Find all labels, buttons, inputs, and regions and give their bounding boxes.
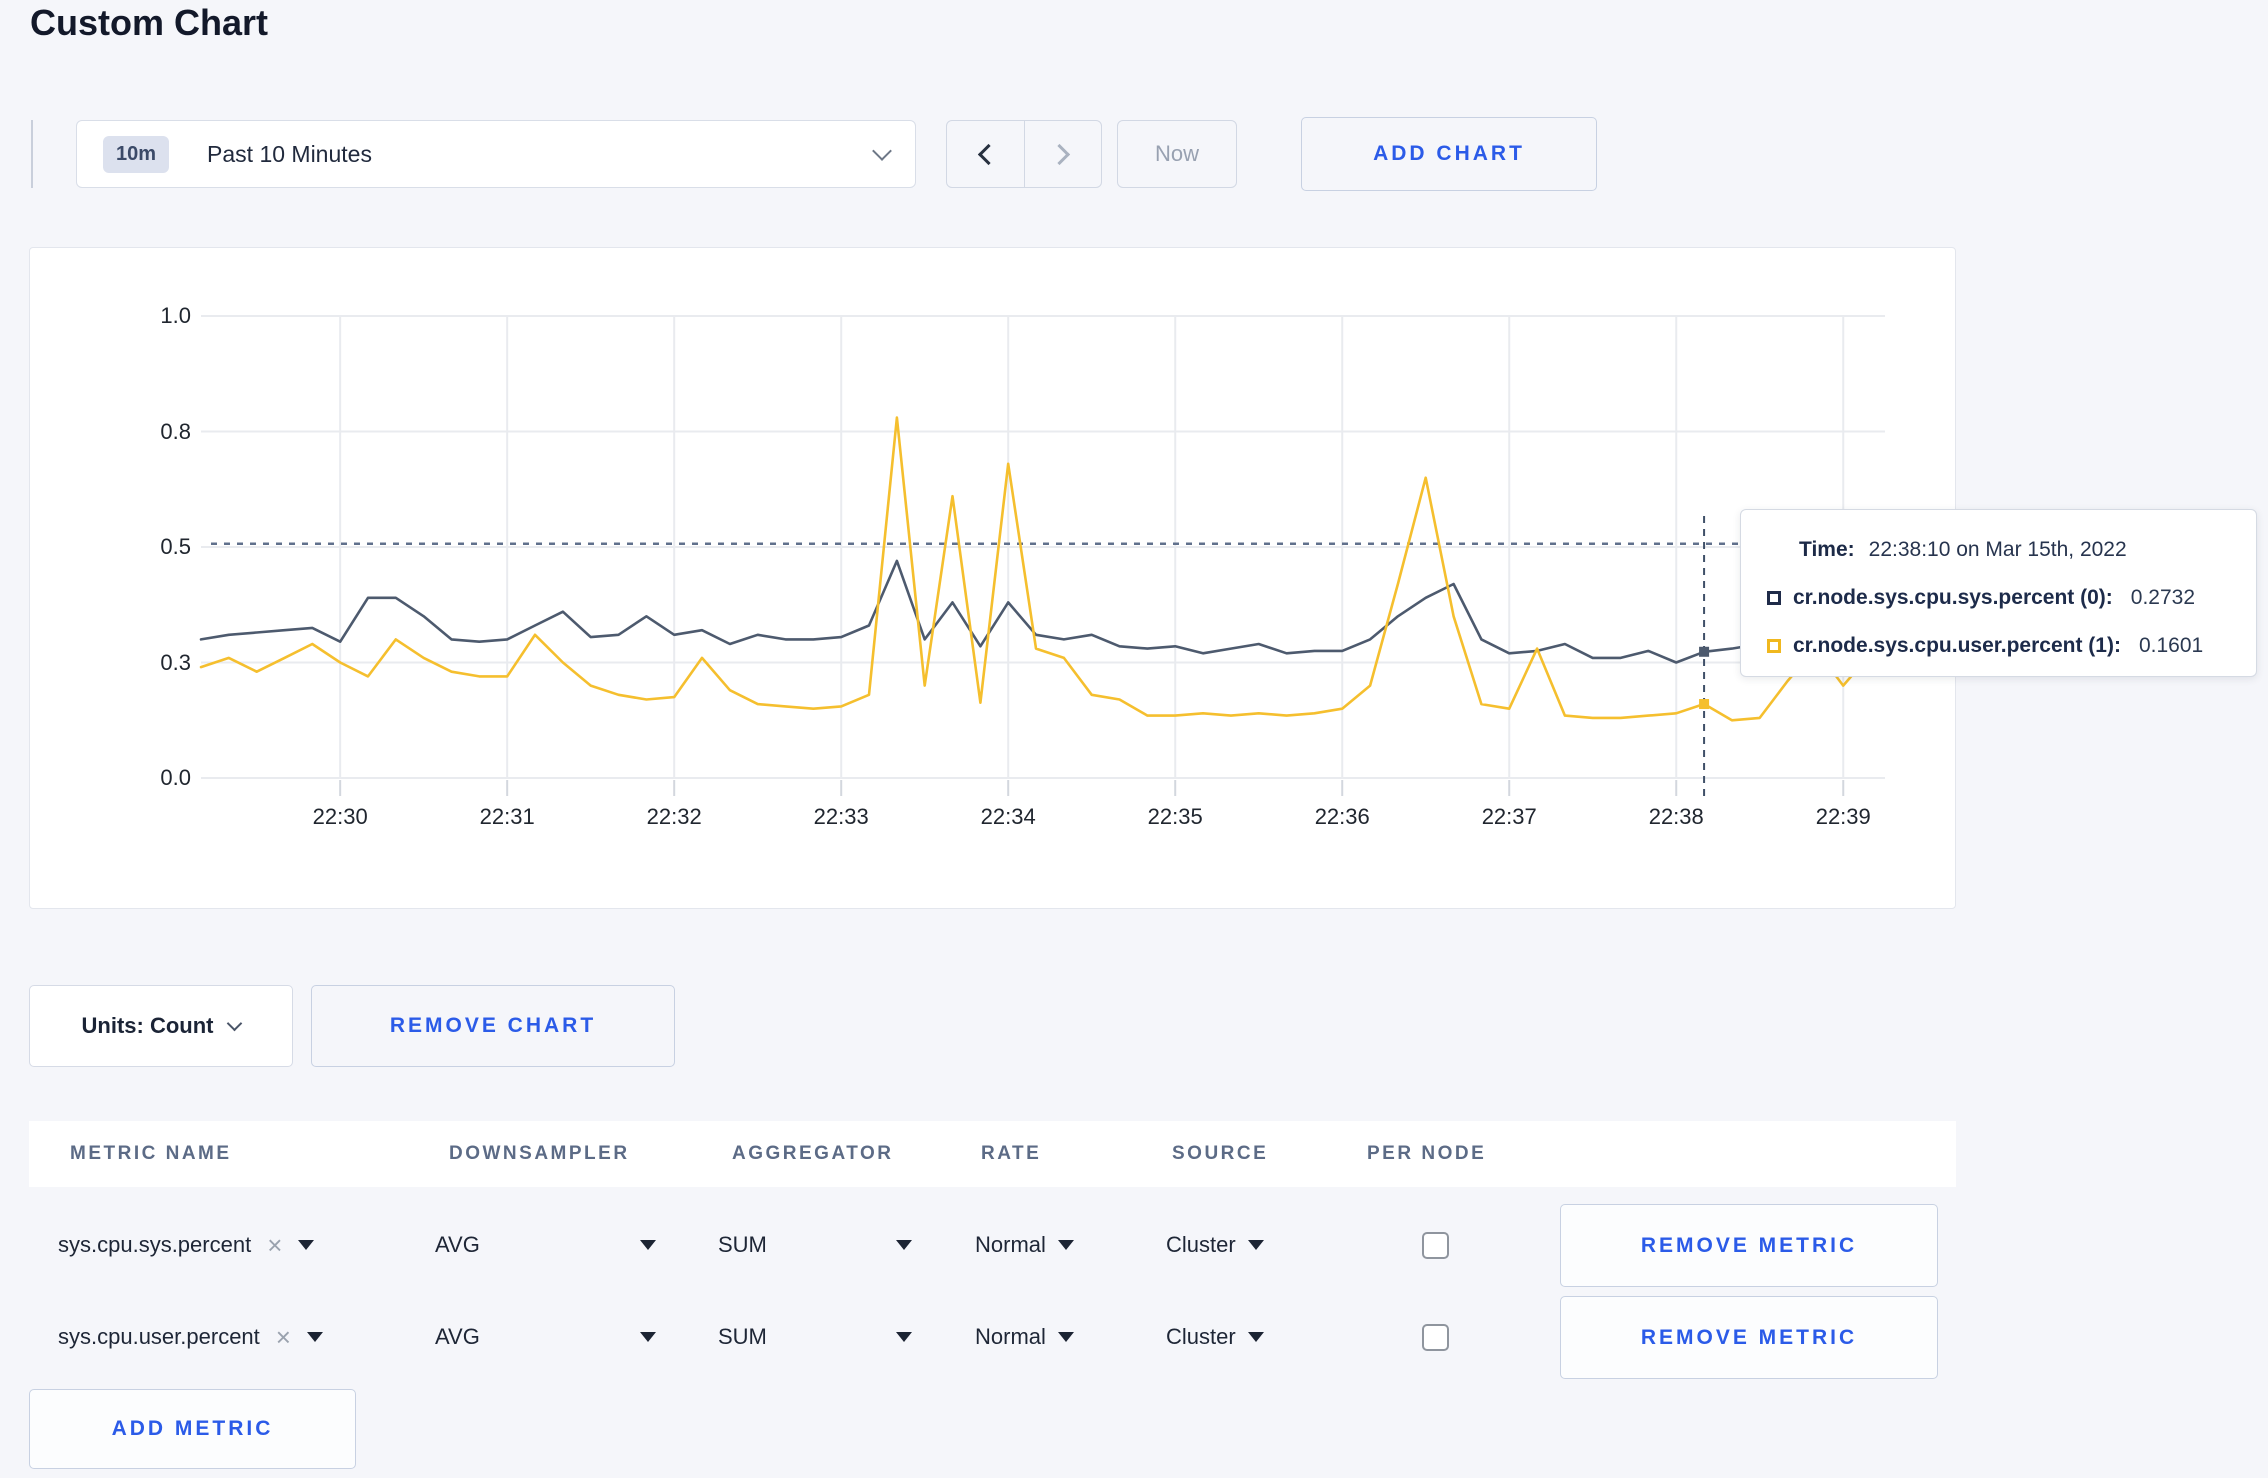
units-label: Units: Count — [81, 1013, 214, 1038]
chevron-right-icon — [1049, 143, 1071, 165]
chevron-down-icon — [872, 141, 892, 161]
toolbar-divider — [31, 120, 33, 188]
page-title: Custom Chart — [30, 2, 269, 43]
col-header-rate: RATE — [981, 1143, 1042, 1164]
per-node-checkbox[interactable] — [1422, 1231, 1449, 1259]
tooltip-series-name: cr.node.sys.cpu.sys.percent (0): — [1793, 586, 2113, 609]
caret-down-icon — [640, 1332, 656, 1342]
chevron-left-icon — [977, 143, 999, 165]
time-nav-group — [946, 120, 1102, 188]
downsampler-select[interactable]: AVG — [435, 1199, 656, 1291]
tooltip-time-value: 22:38:10 on Mar 15th, 2022 — [1868, 538, 2127, 561]
caret-down-icon — [298, 1240, 315, 1250]
rate-value: Normal — [975, 1232, 1046, 1257]
time-range-badge: 10m — [103, 135, 170, 173]
col-header-metric-name: METRIC NAME — [70, 1143, 232, 1164]
tooltip-time-label: Time: — [1799, 538, 1855, 561]
table-header: METRIC NAME DOWNSAMPLER AGGREGATOR RATE … — [29, 1121, 1956, 1187]
downsampler-value: AVG — [435, 1232, 480, 1257]
chart-card: 0.0 0.3 0.5 0.8 1.0 22:30 22:31 22:32 22:33 22:34… — [29, 247, 1956, 909]
col-header-downsampler: DOWNSAMPLER — [449, 1143, 630, 1164]
add-metric-button[interactable]: ADD METRIC — [29, 1389, 356, 1469]
caret-down-icon — [1247, 1240, 1264, 1250]
tooltip-series-value: 0.1601 — [2138, 634, 2204, 657]
metric-row: sys.cpu.sys.percent × AVG SUM Normal Clu… — [29, 1199, 1956, 1291]
col-header-aggregator: AGGREGATOR — [732, 1143, 894, 1164]
units-select[interactable]: Units: Count — [29, 985, 293, 1067]
tooltip-series-value: 0.2732 — [2130, 586, 2196, 609]
caret-down-icon — [1247, 1332, 1264, 1342]
aggregator-value: SUM — [718, 1232, 767, 1257]
time-range-select[interactable]: 10m Past 10 Minutes — [76, 120, 916, 188]
remove-chart-button[interactable]: REMOVE CHART — [311, 985, 675, 1067]
downsampler-select[interactable]: AVG — [435, 1291, 656, 1383]
rate-select[interactable]: Normal — [975, 1291, 1074, 1383]
aggregator-select[interactable]: SUM — [718, 1199, 912, 1291]
user-series-swatch-icon — [1767, 639, 1781, 653]
col-header-source: SOURCE — [1172, 1143, 1269, 1164]
caret-down-icon — [1057, 1332, 1074, 1342]
aggregator-select[interactable]: SUM — [718, 1291, 912, 1383]
chart-canvas[interactable] — [30, 248, 1957, 910]
metric-row: sys.cpu.user.percent × AVG SUM Normal Cl… — [29, 1291, 1956, 1383]
tooltip-time-row: Time: 22:38:10 on Mar 15th, 2022 — [1799, 526, 2256, 574]
clear-icon[interactable]: × — [276, 1324, 291, 1350]
downsampler-value: AVG — [435, 1324, 480, 1349]
sys-series-swatch-icon — [1767, 591, 1781, 605]
caret-down-icon — [1057, 1240, 1074, 1250]
now-button[interactable]: Now — [1117, 120, 1237, 188]
caret-down-icon — [306, 1332, 323, 1342]
caret-down-icon — [896, 1240, 912, 1250]
tooltip-series-name: cr.node.sys.cpu.user.percent (1): — [1793, 634, 2121, 657]
clear-icon[interactable]: × — [267, 1232, 282, 1258]
tooltip-series-row: cr.node.sys.cpu.user.percent (1): 0.1601 — [1767, 622, 2256, 670]
col-header-per-node: PER NODE — [1367, 1143, 1487, 1164]
metric-name-select[interactable]: sys.cpu.user.percent × — [58, 1291, 323, 1383]
metrics-table: METRIC NAME DOWNSAMPLER AGGREGATOR RATE … — [29, 1121, 1956, 1478]
caret-down-icon — [896, 1332, 912, 1342]
tooltip-series-row: cr.node.sys.cpu.sys.percent (0): 0.2732 — [1767, 574, 2256, 622]
previous-timeframe-button[interactable] — [947, 121, 1025, 187]
add-chart-button[interactable]: ADD CHART — [1301, 117, 1597, 191]
chevron-down-icon — [227, 1015, 243, 1032]
per-node-checkbox[interactable] — [1422, 1323, 1449, 1351]
remove-metric-button[interactable]: REMOVE METRIC — [1560, 1204, 1938, 1287]
rate-value: Normal — [975, 1324, 1046, 1349]
metric-name-select[interactable]: sys.cpu.sys.percent × — [58, 1199, 315, 1291]
next-timeframe-button[interactable] — [1025, 121, 1102, 187]
metric-name-value: sys.cpu.user.percent — [58, 1324, 260, 1349]
custom-chart-page: Custom Chart 10m Past 10 Minutes Now ADD… — [0, 0, 2268, 1478]
source-select[interactable]: Cluster — [1166, 1199, 1264, 1291]
caret-down-icon — [640, 1240, 656, 1250]
source-value: Cluster — [1166, 1324, 1236, 1349]
remove-metric-button[interactable]: REMOVE METRIC — [1560, 1296, 1938, 1379]
rate-select[interactable]: Normal — [975, 1199, 1074, 1291]
source-value: Cluster — [1166, 1232, 1236, 1257]
chart-tooltip: Time: 22:38:10 on Mar 15th, 2022 cr.node… — [1740, 509, 2257, 677]
time-range-label: Past 10 Minutes — [207, 140, 372, 167]
source-select[interactable]: Cluster — [1166, 1291, 1264, 1383]
aggregator-value: SUM — [718, 1324, 767, 1349]
metric-name-value: sys.cpu.sys.percent — [58, 1232, 252, 1257]
